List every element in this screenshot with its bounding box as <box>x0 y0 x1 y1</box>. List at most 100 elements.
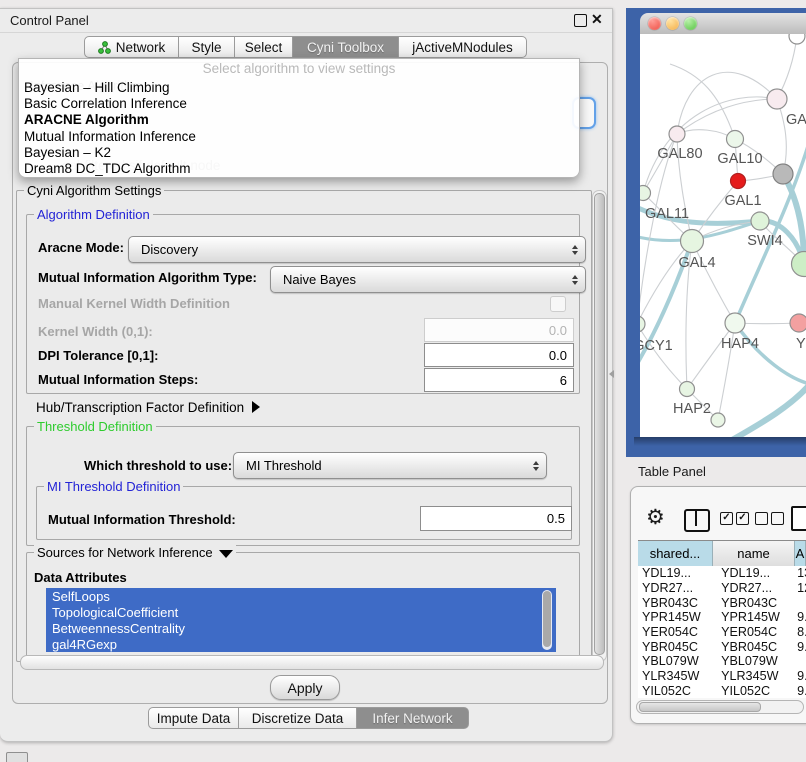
kernel-width-field[interactable]: 0.0 <box>424 318 574 342</box>
node-gcy1[interactable] <box>640 316 645 332</box>
algorithm-option[interactable]: Basic Correlation Inference <box>19 95 579 111</box>
mi-type-label: Mutual Information Algorithm Type: <box>38 270 257 285</box>
mi-type-combobox[interactable]: Naive Bayes <box>270 266 586 293</box>
settings-horizontal-scrollbar[interactable] <box>20 655 604 670</box>
tab-style[interactable]: Style <box>178 36 235 58</box>
screen: Control Panel ✕ Network Style Select Cyn… <box>0 0 806 762</box>
network-canvas[interactable]: GAL80 GAL10 GAL1 GAL GAL11 SWI4 GAL4 GCY… <box>640 34 806 437</box>
control-panel-titlebar[interactable]: Control Panel <box>0 8 612 33</box>
attribute-item[interactable]: SelfLoops <box>46 588 556 604</box>
splitter-collapse-icon[interactable] <box>609 370 614 378</box>
table-row[interactable]: YIL052C YIL052C 9. <box>638 684 806 699</box>
node-gal-pink[interactable] <box>767 89 787 109</box>
manual-kernel-checkbox[interactable] <box>550 296 566 312</box>
table-row[interactable]: YLR345W YLR345W 9. <box>638 669 806 684</box>
aracne-mode-value: Discovery <box>141 242 198 257</box>
mi-threshold-field[interactable]: 0.5 <box>420 506 572 531</box>
tab-impute-data-label: Impute Data <box>157 711 231 726</box>
mi-steps-label: Mutual Information Steps: <box>38 372 198 387</box>
node-gal11[interactable] <box>640 186 651 201</box>
algorithm-option-aracne[interactable]: ARACNE Algorithm <box>19 112 579 128</box>
cell: YER054C <box>715 625 795 639</box>
minimize-traffic-light[interactable] <box>666 17 679 30</box>
attributes-list-scrollbar[interactable] <box>542 590 552 650</box>
algorithm-option[interactable]: Bayesian – K2 <box>19 144 579 160</box>
hub-definition-expander[interactable]: Hub/Transcription Factor Definition <box>36 400 260 415</box>
cell: YLR345W <box>715 669 795 683</box>
panel-dock-icon[interactable] <box>6 752 28 762</box>
mi-threshold-group-title: MI Threshold Definition <box>44 479 183 494</box>
node-gray[interactable] <box>773 164 793 184</box>
network-icon <box>98 41 111 54</box>
cell: 9. <box>795 640 806 654</box>
table-horizontal-scrollbar[interactable] <box>636 700 804 714</box>
table-row[interactable]: YBR045C YBR045C 9. <box>638 639 806 654</box>
node-gal80[interactable] <box>669 126 685 142</box>
expander-arrow-icon <box>252 401 260 413</box>
tab-discretize-data[interactable]: Discretize Data <box>238 707 357 729</box>
dpi-tolerance-field[interactable]: 0.0 <box>424 343 574 367</box>
close-traffic-light[interactable] <box>648 17 661 30</box>
table-row[interactable]: YDR27... YDR27... 12 <box>638 581 806 596</box>
combo-spinner-icon <box>572 275 578 285</box>
table-row[interactable]: YER054C YER054C 8. <box>638 625 806 640</box>
column-header-third[interactable]: A <box>795 541 806 566</box>
node-salmon[interactable] <box>790 314 806 332</box>
algorithm-option[interactable]: Bayesian – Hill Climbing <box>19 79 579 95</box>
select-all-check-icon[interactable]: ✓ <box>736 512 749 525</box>
table-row[interactable]: YPR145W YPR145W 9. <box>638 610 806 625</box>
node-large-right[interactable] <box>792 252 806 277</box>
tab-jactivemnodules[interactable]: jActiveMNodules <box>398 36 527 58</box>
window-shadow <box>634 437 806 446</box>
table-body[interactable]: YDL19... YDL19... 13 YDR27... YDR27... 1… <box>638 566 806 698</box>
table-row[interactable]: YBL079W YBL079W <box>638 654 806 669</box>
node-gal10[interactable] <box>727 131 744 148</box>
node-unlabeled-bottom[interactable] <box>711 413 725 427</box>
close-icon[interactable]: ✕ <box>591 11 603 28</box>
node-hap2[interactable] <box>680 382 695 397</box>
algorithm-option[interactable]: Mutual Information Inference <box>19 128 579 144</box>
which-threshold-combobox[interactable]: MI Threshold <box>233 452 547 479</box>
column-header-shared[interactable]: shared... <box>638 541 713 566</box>
data-attributes-list[interactable]: SelfLoops TopologicalCoefficient Between… <box>46 588 556 652</box>
node-label: GAL1 <box>724 193 761 209</box>
tab-infer-network-label: Infer Network <box>372 711 452 726</box>
zoom-traffic-light[interactable] <box>684 17 697 30</box>
algorithm-option[interactable]: Dream8 DC_TDC Algorithm <box>19 161 579 177</box>
node-label: HAP4 <box>721 336 759 352</box>
column-layout-icon[interactable] <box>684 509 710 532</box>
node-gal4[interactable] <box>681 230 704 253</box>
scrollbar-thumb[interactable] <box>594 193 605 655</box>
network-window-titlebar[interactable] <box>640 13 806 35</box>
aracne-mode-combobox[interactable]: Discovery <box>128 236 586 263</box>
float-window-icon[interactable] <box>574 14 587 27</box>
attribute-item[interactable]: gal4RGexp <box>46 636 556 652</box>
node-gal1-red[interactable] <box>731 174 746 189</box>
attribute-item[interactable]: BetweennessCentrality <box>46 620 556 636</box>
scrollbar-thumb[interactable] <box>543 591 551 647</box>
node-hap4[interactable] <box>725 313 745 333</box>
column-divider <box>695 511 697 526</box>
deselect-all-icon[interactable] <box>755 512 768 525</box>
tab-network[interactable]: Network <box>84 36 179 58</box>
table-row[interactable]: YBR043C YBR043C <box>638 595 806 610</box>
attribute-item[interactable]: TopologicalCoefficient <box>46 604 556 620</box>
settings-vertical-scrollbar[interactable] <box>592 190 607 662</box>
tab-select[interactable]: Select <box>234 36 293 58</box>
sources-group-header[interactable]: Sources for Network Inference <box>34 545 236 560</box>
tab-cyni-toolbox[interactable]: Cyni Toolbox <box>292 36 399 58</box>
column-header-name[interactable]: name <box>713 541 795 566</box>
node-unlabeled-top[interactable] <box>789 34 805 44</box>
apply-button[interactable]: Apply <box>270 675 340 700</box>
node-swi4[interactable] <box>751 212 769 230</box>
table-row[interactable]: YDL19... YDL19... 13 <box>638 566 806 581</box>
tab-impute-data[interactable]: Impute Data <box>148 707 239 729</box>
gear-icon[interactable]: ⚙ <box>646 505 665 530</box>
select-all-check-icon[interactable]: ✓ <box>720 512 733 525</box>
export-table-icon[interactable] <box>791 506 806 531</box>
scrollbar-thumb[interactable] <box>639 702 761 712</box>
cell: YDL19... <box>638 566 715 580</box>
tab-infer-network[interactable]: Infer Network <box>356 707 469 729</box>
mi-steps-field[interactable]: 6 <box>424 368 574 392</box>
deselect-all-icon[interactable] <box>771 512 784 525</box>
